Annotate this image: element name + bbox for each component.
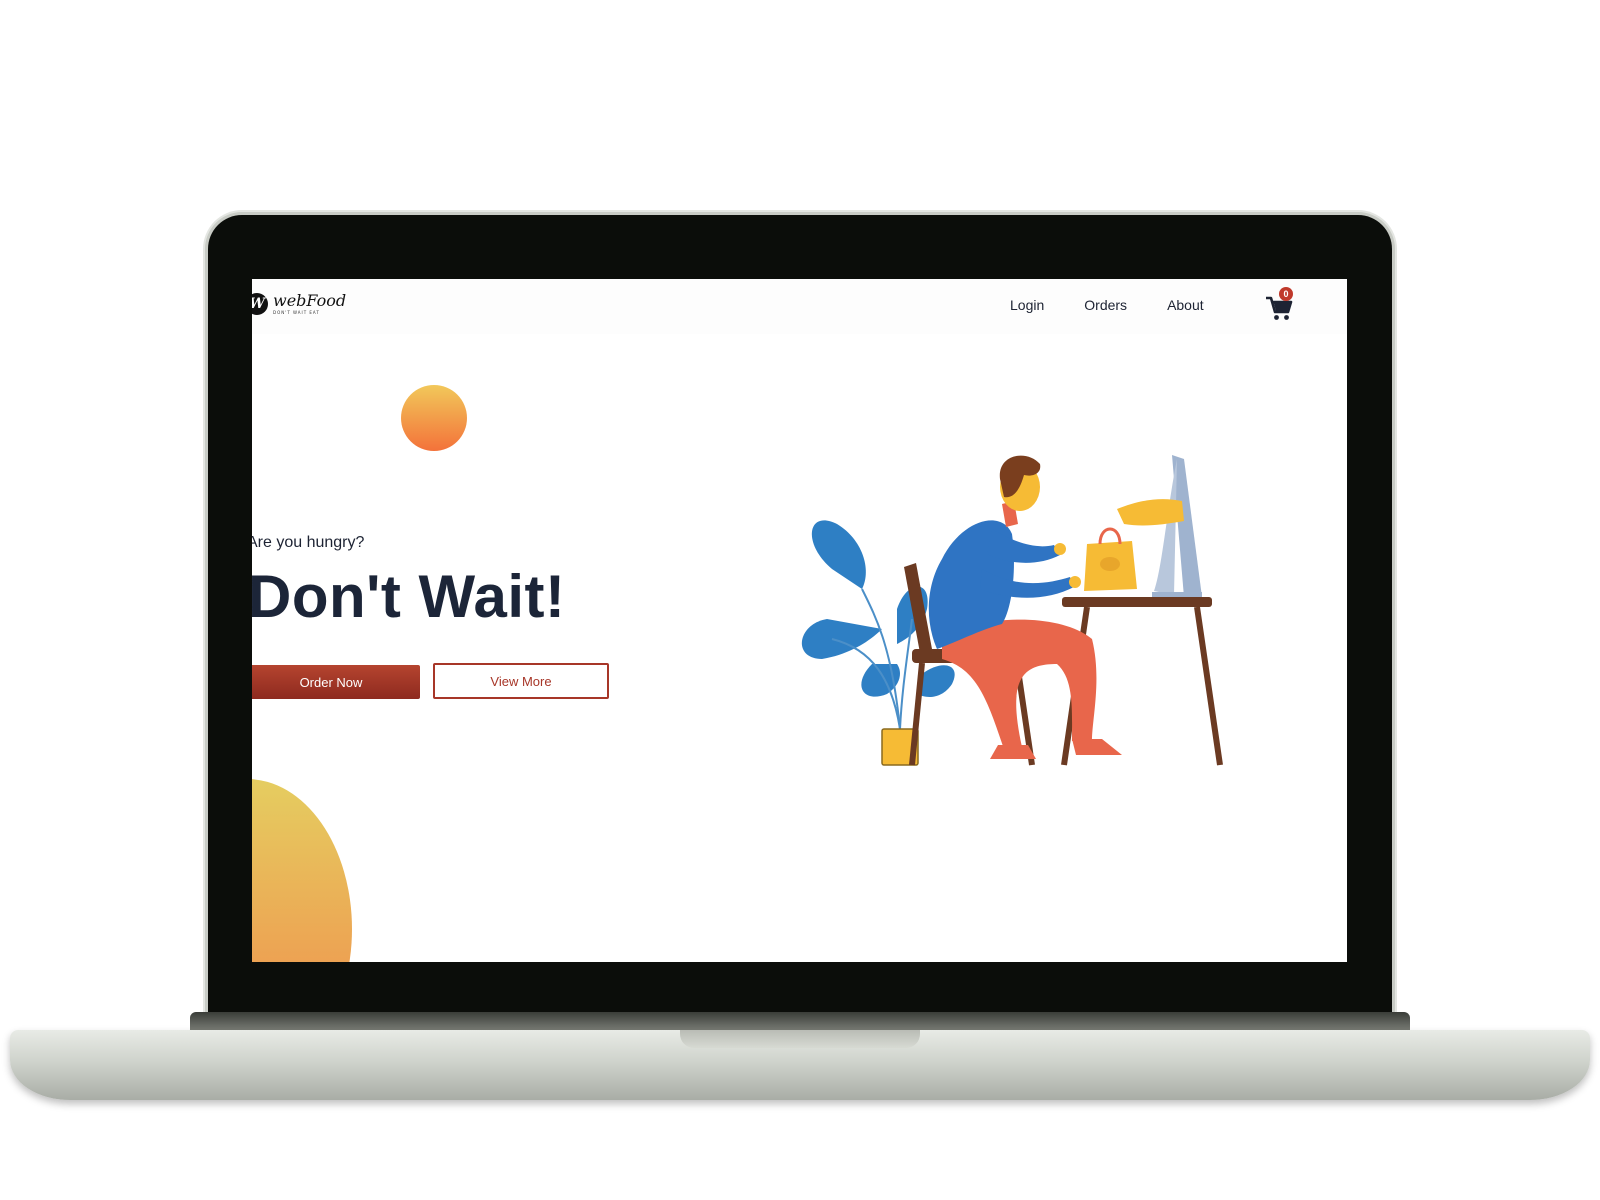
site-logo[interactable]: W webFood DON'T WAIT EAT — [252, 293, 346, 315]
laptop-mockup: W webFood DON'T WAIT EAT Login Orders Ab… — [0, 0, 1600, 1200]
laptop-screen: W webFood DON'T WAIT EAT Login Orders Ab… — [252, 279, 1347, 962]
laptop-opening-notch — [680, 1030, 920, 1048]
hero-subtitle: Are you hungry? — [252, 534, 365, 551]
logo-name: webFood — [273, 291, 347, 310]
decor-sun-large — [252, 779, 352, 962]
order-now-button[interactable]: Order Now — [252, 665, 420, 699]
nav-links: Login Orders About — [1010, 297, 1204, 313]
logo-mark: W — [252, 293, 268, 315]
nav-login[interactable]: Login — [1010, 297, 1044, 313]
nav-orders[interactable]: Orders — [1084, 297, 1127, 313]
logo-tagline: DON'T WAIT EAT — [273, 310, 320, 315]
site-navbar: W webFood DON'T WAIT EAT Login Orders Ab… — [252, 279, 1347, 334]
view-more-button[interactable]: View More — [433, 663, 609, 699]
logo-wordmark: webFood DON'T WAIT EAT — [273, 291, 347, 316]
cart-count-badge: 0 — [1279, 287, 1293, 301]
nav-about[interactable]: About — [1167, 297, 1204, 313]
hero-illustration — [801, 455, 1223, 766]
monitor-illustration — [1152, 455, 1202, 597]
plant-illustration — [801, 520, 955, 766]
decor-sun-small — [401, 385, 467, 451]
hero-title: Don't Wait! — [252, 563, 566, 630]
